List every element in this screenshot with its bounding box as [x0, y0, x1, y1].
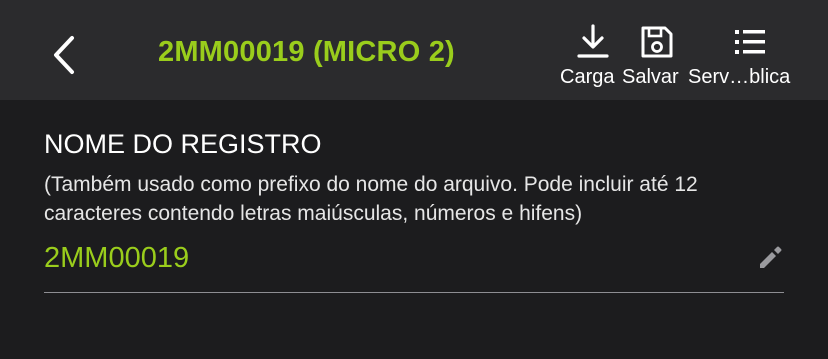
field-title: NOME DO REGISTRO [44, 129, 322, 159]
download-icon [577, 24, 609, 58]
carga-label: Carga [560, 66, 615, 88]
top-navigation-bar: 2MM00019 (MICRO 2) Carga Salvar Serv…bli… [0, 0, 828, 100]
record-name-section: NOME DO REGISTRO (Também usado como pref… [44, 126, 784, 293]
carga-button[interactable]: Carga [560, 22, 630, 92]
pencil-icon[interactable] [756, 244, 784, 272]
field-help-text: (Também usado como prefixo do nome do ar… [44, 173, 698, 225]
record-name-value: 2MM00019 [44, 242, 190, 274]
back-button[interactable] [44, 30, 88, 80]
servico-publica-label: Serv…blica [688, 66, 791, 88]
salvar-label: Salvar [622, 66, 679, 88]
page-title: 2MM00019 (MICRO 2) [158, 36, 455, 68]
save-icon [641, 26, 673, 58]
servico-publica-button[interactable]: Serv…blica [688, 22, 806, 92]
salvar-button[interactable]: Salvar [622, 22, 692, 92]
list-icon [735, 30, 765, 54]
chevron-left-icon [54, 36, 74, 74]
record-name-field[interactable]: 2MM00019 [44, 238, 784, 293]
